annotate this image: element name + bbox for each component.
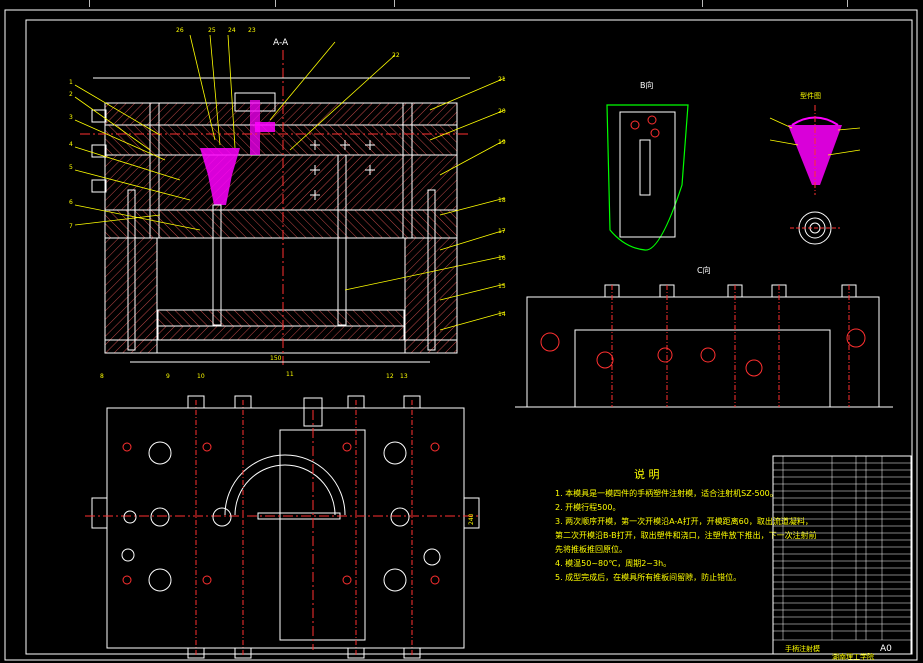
dim-bottom-label: 150 — [270, 355, 282, 362]
water-fitting-3 — [91, 179, 107, 193]
view-b-hole-1 — [630, 120, 640, 130]
balloon-9: 9 — [166, 373, 170, 380]
view-c: C向 — [515, 265, 893, 408]
balloon-26: 26 — [176, 27, 184, 34]
water-fitting-1 — [91, 109, 107, 123]
balloon-3: 3 — [69, 114, 73, 121]
balloon-7: 7 — [69, 223, 73, 230]
support-plate — [104, 209, 458, 239]
drawing-name: 手柄注射模 — [785, 644, 820, 653]
section-aa-view: A-A 150 1 2 3 4 5 6 7 8 9 10 11 12 13 14… — [69, 27, 506, 380]
balloon-5: 5 — [69, 164, 73, 171]
parts-list-frame — [772, 455, 912, 655]
balloon-14: 14 — [498, 311, 506, 318]
ejector-plate — [157, 325, 405, 341]
title-block: 手柄注射模 湖南理工学院 A0 — [772, 455, 912, 661]
balloon-2: 2 — [69, 91, 73, 98]
note-3b: 第二次开模沿B-B打开，取出塑件和浇口，注塑件放下推出，下一次注射前 — [555, 530, 817, 540]
part-title: 型件图 — [800, 91, 821, 100]
balloon-6: 6 — [69, 199, 73, 206]
core-plate — [104, 154, 458, 211]
view-b: B向 — [606, 80, 689, 251]
balloon-22: 22 — [392, 52, 400, 59]
ejector-retainer-plate — [157, 309, 405, 327]
note-5: 5. 成型完成后，在模具所有推板间留隙，防止错位。 — [555, 572, 741, 582]
view-c-title: C向 — [697, 265, 711, 275]
note-3: 3. 两次顺序开模，第一次开模沿A-A打开，开模距离60，取出流道凝料， — [555, 516, 813, 526]
school-name: 湖南理工学院 — [832, 652, 874, 661]
view-b-outline — [606, 104, 689, 251]
bottom-clamp-plate — [104, 339, 458, 354]
plan-dim-height: 240 — [468, 513, 475, 525]
spacer-block-left — [104, 237, 158, 354]
balloon-1: 1 — [69, 79, 73, 86]
view-c-plate — [526, 296, 880, 408]
balloon-12: 12 — [386, 373, 394, 380]
balloon-11: 11 — [286, 371, 294, 378]
note-2: 2. 开模行程500。 — [555, 502, 620, 512]
balloon-18: 18 — [498, 197, 506, 204]
view-b-hole-3 — [650, 128, 660, 138]
balloon-17: 17 — [498, 228, 506, 235]
plan-view: 240 — [85, 395, 480, 659]
balloon-23: 23 — [248, 27, 256, 34]
plan-outline — [106, 407, 465, 649]
sheet-size: A0 — [880, 644, 892, 654]
water-fitting-2 — [91, 144, 107, 158]
balloon-15: 15 — [498, 283, 506, 290]
spacer-block-right — [404, 237, 458, 354]
balloon-21: 21 — [498, 76, 506, 83]
cad-drawing-canvas[interactable]: A-A 150 1 2 3 4 5 6 7 8 9 10 11 12 13 14… — [0, 0, 923, 663]
balloon-16: 16 — [498, 255, 506, 262]
note-3c: 先将推板推回原位。 — [555, 544, 627, 554]
balloon-19: 19 — [498, 139, 506, 146]
notes-heading: 说 明 — [634, 467, 660, 481]
view-b-insert — [619, 111, 676, 238]
runner — [255, 122, 275, 132]
balloon-4: 4 — [69, 141, 73, 148]
view-c-core — [574, 329, 831, 408]
view-b-hole-2 — [647, 115, 657, 125]
note-4: 4. 模温50~80℃，周期2~3h。 — [555, 558, 671, 568]
part-view: 型件图 — [769, 91, 861, 245]
view-b-title: B向 — [640, 80, 654, 90]
view-b-slot — [639, 139, 651, 196]
balloon-24: 24 — [228, 27, 236, 34]
balloon-20: 20 — [498, 108, 506, 115]
balloon-10: 10 — [197, 373, 205, 380]
plan-center-block — [279, 429, 366, 641]
plan-arc-inner — [234, 464, 336, 516]
note-1: 1. 本模具是一模四件的手柄塑件注射模，适合注射机SZ-500。 — [555, 488, 778, 498]
plan-lug-left — [91, 497, 108, 529]
balloon-13: 13 — [400, 373, 408, 380]
section-aa-title: A-A — [273, 38, 289, 48]
balloon-8: 8 — [100, 373, 104, 380]
cavity-plate — [104, 124, 458, 156]
balloon-25: 25 — [208, 27, 216, 34]
